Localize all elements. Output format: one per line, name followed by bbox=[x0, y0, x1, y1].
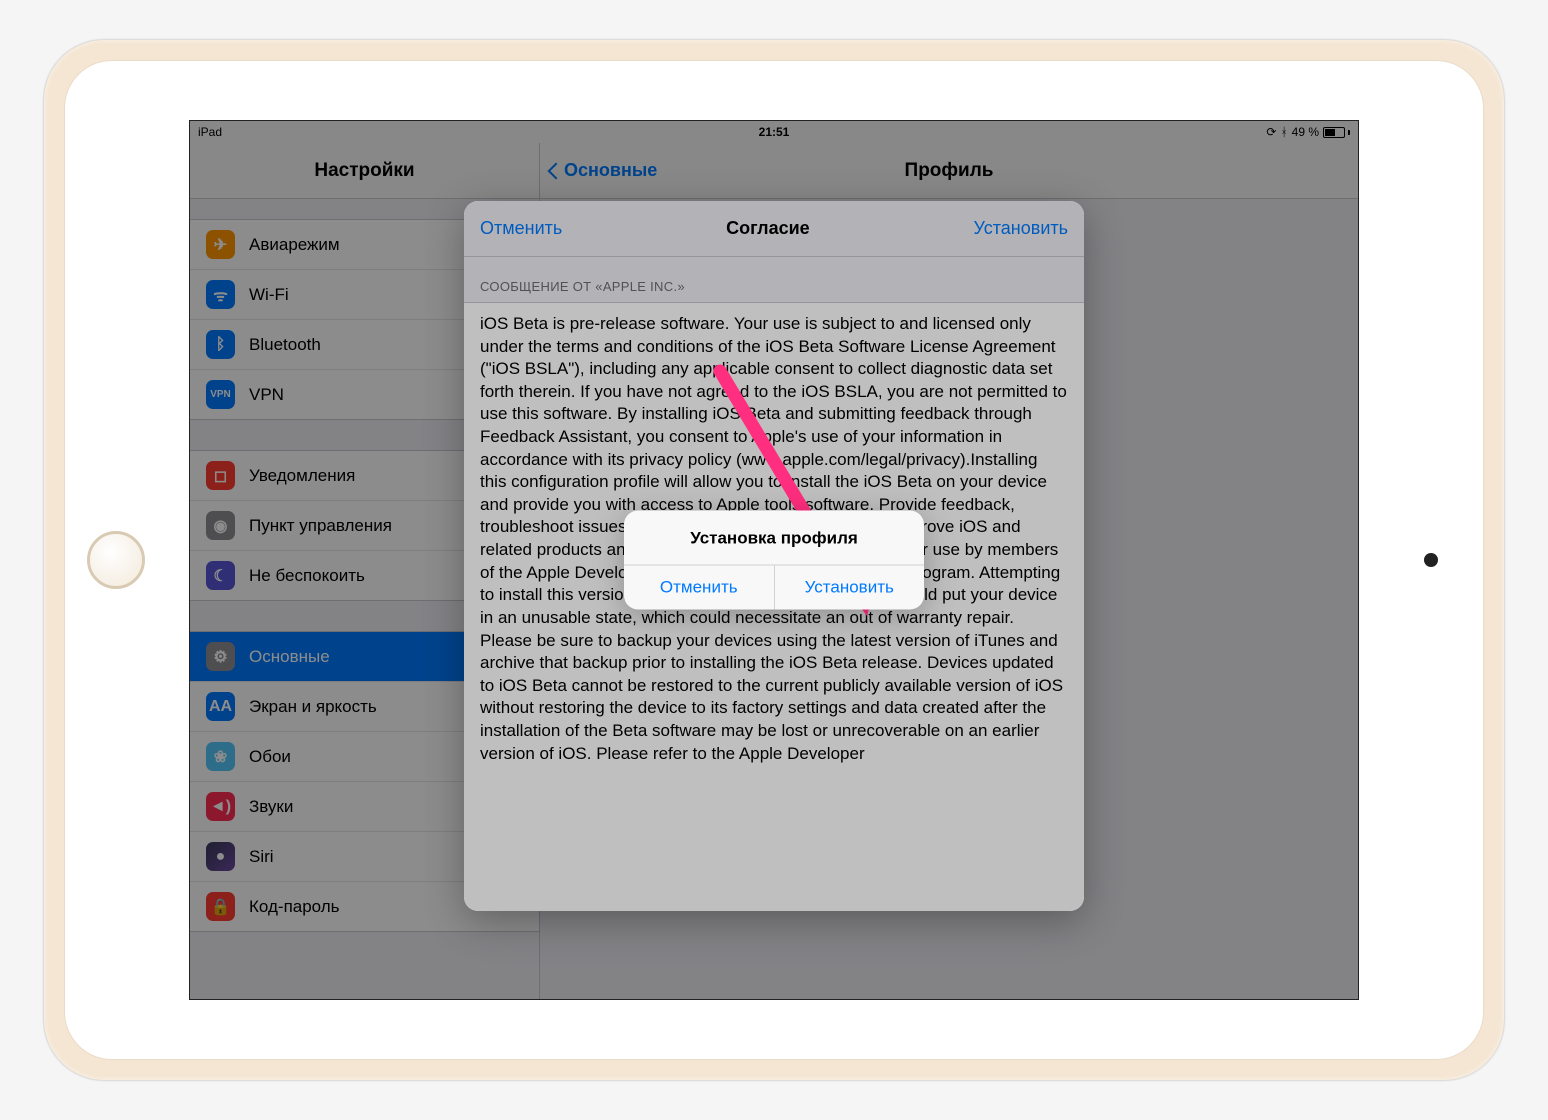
alert-buttons: Отменить Установить bbox=[624, 566, 924, 610]
home-button[interactable] bbox=[87, 531, 145, 589]
alert-install-button[interactable]: Установить bbox=[775, 566, 925, 610]
screen: iPad 21:51 ⟳ ᚼ 49 % Настройки ✈Авиарежим… bbox=[189, 120, 1359, 1000]
front-camera bbox=[1424, 553, 1438, 567]
ipad-bezel: iPad 21:51 ⟳ ᚼ 49 % Настройки ✈Авиарежим… bbox=[64, 60, 1484, 1060]
alert-title: Установка профиля bbox=[624, 511, 924, 566]
ipad-frame: iPad 21:51 ⟳ ᚼ 49 % Настройки ✈Авиарежим… bbox=[44, 40, 1504, 1080]
install-alert: Установка профиля Отменить Установить bbox=[624, 511, 924, 610]
alert-cancel-button[interactable]: Отменить bbox=[624, 566, 775, 610]
